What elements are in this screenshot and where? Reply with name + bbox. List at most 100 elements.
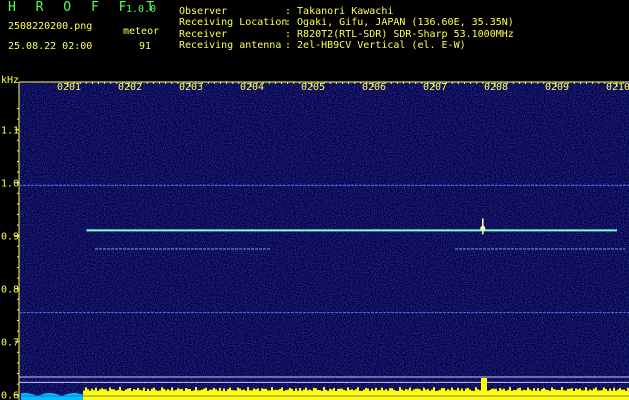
amplitude-bar — [281, 387, 283, 400]
amplitude-bar — [457, 387, 459, 400]
amplitude-bar — [601, 390, 603, 400]
amplitude-bar — [79, 393, 81, 400]
amplitude-bar — [317, 389, 319, 400]
amplitude-bar — [585, 387, 587, 400]
amplitude-bar — [313, 387, 315, 400]
app-version: 1.0.0 — [126, 4, 157, 15]
y-tick-label: 1.1 — [1, 126, 19, 137]
amplitude-bar — [415, 388, 417, 400]
amplitude-bar — [351, 389, 353, 400]
amplitude-bar — [517, 388, 519, 400]
amplitude-bar — [237, 387, 239, 400]
amplitude-bar — [165, 390, 167, 400]
amplitude-bar — [437, 390, 439, 400]
amplitude-bar — [161, 387, 163, 400]
amplitude-bar — [461, 388, 463, 400]
amplitude-bar — [357, 387, 359, 400]
amplitude-bar — [599, 390, 601, 400]
amplitude-bar — [243, 389, 245, 400]
amplitude-bar — [587, 390, 589, 400]
amplitude-bar — [411, 390, 413, 400]
amplitude-bar — [271, 387, 273, 400]
amplitude-bar — [387, 390, 389, 400]
amplitude-bar — [429, 390, 431, 400]
spectrogram-noise — [19, 82, 629, 400]
amplitude-bar — [365, 387, 367, 400]
amplitude-bar — [93, 390, 95, 400]
field-value-antenna: : 2el-HB9CV Vertical (el. E-W) — [285, 40, 466, 51]
x-tick-label: 0210 — [606, 82, 629, 93]
amplitude-bar — [605, 389, 607, 400]
amplitude-bar — [253, 388, 255, 400]
amplitude-bar — [479, 390, 481, 400]
amplitude-bar — [43, 393, 45, 400]
amplitude-bar — [407, 389, 409, 400]
amplitude-bar — [299, 388, 301, 400]
amplitude-bar — [473, 390, 475, 400]
amplitude-bar — [591, 390, 593, 400]
amplitude-bar — [533, 388, 535, 400]
amplitude-bar — [115, 390, 117, 400]
amplitude-bar — [519, 387, 521, 400]
amplitude-bar — [319, 390, 321, 400]
amplitude-bar — [149, 390, 151, 400]
amplitude-bar — [103, 389, 105, 400]
amplitude-bar — [565, 390, 567, 400]
amplitude-bar — [247, 387, 249, 400]
amplitude-bar — [563, 390, 565, 400]
amplitude-bar — [401, 389, 403, 400]
amplitude-bar — [493, 388, 495, 400]
amplitude-bar — [549, 390, 551, 400]
amplitude-bar — [483, 378, 485, 400]
amplitude-bar — [421, 390, 423, 400]
amplitude-bar — [219, 387, 221, 400]
amplitude-bar — [139, 389, 141, 400]
meteor-count: 91 — [139, 41, 152, 52]
amplitude-bar — [363, 389, 365, 400]
amplitude-bar — [175, 389, 177, 400]
amplitude-bar — [289, 387, 291, 400]
amplitude-bar — [151, 388, 153, 400]
amplitude-bar — [41, 394, 43, 400]
amplitude-bar — [503, 388, 505, 400]
amplitude-bar — [625, 390, 627, 400]
amplitude-bar — [259, 390, 261, 400]
amplitude-bar — [125, 389, 127, 400]
amplitude-bar — [143, 387, 145, 400]
amplitude-bar — [373, 390, 375, 400]
amplitude-bar — [303, 389, 305, 400]
amplitude-bar — [347, 387, 349, 400]
amplitude-bar — [163, 388, 165, 400]
amplitude-bar — [439, 389, 441, 400]
amplitude-bar — [83, 390, 85, 400]
amplitude-bar — [183, 390, 185, 400]
amplitude-bar — [273, 390, 275, 400]
amplitude-bar — [337, 388, 339, 400]
amplitude-bar — [371, 388, 373, 400]
amplitude-bar — [433, 387, 435, 400]
amplitude-bar — [57, 394, 59, 400]
amplitude-bar — [545, 389, 547, 400]
amplitude-bar — [581, 390, 583, 400]
amplitude-bar — [445, 390, 447, 400]
amplitude-bar — [113, 389, 115, 400]
amplitude-bar — [465, 388, 467, 400]
amplitude-bar — [95, 387, 97, 400]
field-value-location: : Ogaki, Gifu, JAPAN (136.60E, 35.35N) — [285, 17, 514, 28]
x-tick-label: 0205 — [301, 82, 325, 93]
amplitude-bar — [23, 393, 25, 400]
amplitude-bar — [135, 389, 137, 400]
amplitude-bar — [85, 387, 87, 400]
header-panel: H R O F F T 1.0.0 2508220200.png meteor … — [0, 0, 629, 74]
amplitude-bar — [417, 388, 419, 400]
amplitude-bar — [179, 389, 181, 400]
field-label-antenna: Receiving antenna — [179, 40, 282, 51]
amplitude-bar — [573, 390, 575, 400]
amplitude-bar — [489, 389, 491, 400]
amplitude-bar — [557, 389, 559, 400]
amplitude-bar — [209, 389, 211, 400]
amplitude-bar — [25, 393, 27, 400]
amplitude-bar — [291, 388, 293, 400]
amplitude-bar — [241, 390, 243, 400]
y-tick-label: 1.0 — [1, 179, 19, 190]
